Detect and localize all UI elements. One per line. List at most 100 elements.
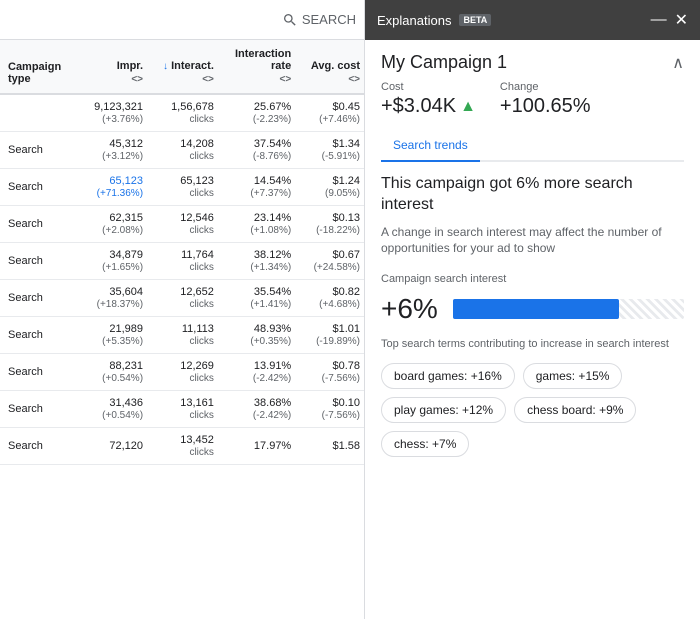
col-header-impr: Impr. <> [78,40,147,94]
campaigns-table: Campaigntype Impr. <> ↓ Interact. <> Int… [0,40,364,465]
panel-header-actions: — ✕ [651,10,688,30]
table-row: Search21,989(+5.35%)11,113clicks48.93%(+… [0,317,364,354]
cell-impr: 72,120 [78,428,147,465]
cell-impr: 31,436(+0.54%) [78,391,147,428]
cost-value: +$3.04K ▲ [381,95,476,118]
cost-up-arrow-icon: ▲ [460,98,476,116]
cell-avg-cost: $0.82(+4.68%) [295,280,364,317]
table-container: Campaigntype Impr. <> ↓ Interact. <> Int… [0,40,364,619]
table-row: 9,123,321(+3.76%)1,56,678clicks25.67%(-2… [0,94,364,132]
table-row: Search65,123(+71.36%)65,123clicks14.54%(… [0,169,364,206]
cell-campaign-type: Search [0,243,78,280]
cell-interaction-rate: 35.54%(+1.41%) [218,280,295,317]
cell-impr: 34,879(+1.65%) [78,243,147,280]
cell-interaction-rate: 13.91%(-2.42%) [218,354,295,391]
tags-row: board games: +16%games: +15%play games: … [381,363,684,457]
explanations-title: Explanations [377,13,451,28]
tab-search-trends[interactable]: Search trends [381,130,480,162]
cell-interact: 12,652clicks [147,280,218,317]
beta-badge: BETA [459,14,491,26]
campaign-name: My Campaign 1 [381,52,507,73]
cell-interact: 12,269clicks [147,354,218,391]
table-row: Search31,436(+0.54%)13,161clicks38.68%(-… [0,391,364,428]
table-row: Search35,604(+18.37%)12,652clicks35.54%(… [0,280,364,317]
search-term-tag: chess board: +9% [514,397,636,423]
change-value: +100.65% [500,95,591,118]
panel-header: Explanations BETA — ✕ [365,0,700,40]
interest-label: Campaign search interest [381,273,684,285]
cell-interaction-rate: 37.54%(-8.76%) [218,132,295,169]
left-panel: SEARCH Campaigntype Impr. <> ↓ Interact.… [0,0,365,619]
table-row: Search62,315(+2.08%)12,546clicks23.14%(+… [0,206,364,243]
cell-campaign-type [0,94,78,132]
change-label: Change [500,81,591,93]
minimize-button[interactable]: — [651,11,667,29]
cell-interact: 11,113clicks [147,317,218,354]
cell-interact: 1,56,678clicks [147,94,218,132]
right-panel: Explanations BETA — ✕ My Campaign 1 ∧ Co… [365,0,700,619]
interest-pct: +6% [381,293,441,325]
cell-avg-cost: $0.13(-18.22%) [295,206,364,243]
campaign-section: My Campaign 1 ∧ Cost +$3.04K ▲ Change +1… [365,40,700,130]
col-header-campaign-type: Campaigntype [0,40,78,94]
cell-campaign-type: Search [0,280,78,317]
cell-campaign-type: Search [0,206,78,243]
cost-metric: Cost +$3.04K ▲ [381,81,476,118]
cell-impr: 88,231(+0.54%) [78,354,147,391]
cell-impr: 35,604(+18.37%) [78,280,147,317]
section-heading: This campaign got 6% more search interes… [381,174,684,216]
cell-interaction-rate: 23.14%(+1.08%) [218,206,295,243]
cell-campaign-type: Search [0,428,78,465]
cell-impr: 45,312(+3.12%) [78,132,147,169]
cell-interact: 65,123clicks [147,169,218,206]
cell-impr: 9,123,321(+3.76%) [78,94,147,132]
top-terms-label: Top search terms contributing to increas… [381,337,684,352]
cell-interaction-rate: 38.68%(-2.42%) [218,391,295,428]
cell-avg-cost: $0.10(-7.56%) [295,391,364,428]
search-bar: SEARCH [0,0,364,40]
search-area[interactable]: SEARCH [282,12,356,28]
search-term-tag: games: +15% [523,363,623,389]
cell-avg-cost: $0.67(+24.58%) [295,243,364,280]
panel-content: This campaign got 6% more search interes… [365,162,700,619]
cell-interact: 13,161clicks [147,391,218,428]
cell-avg-cost: $1.34(-5.91%) [295,132,364,169]
col-header-interaction-rate: Interactionrate <> [218,40,295,94]
cost-label: Cost [381,81,476,93]
cell-interaction-rate: 48.93%(+0.35%) [218,317,295,354]
cell-avg-cost: $1.01(-19.89%) [295,317,364,354]
campaign-chevron-icon[interactable]: ∧ [672,53,684,73]
table-row: Search34,879(+1.65%)11,764clicks38.12%(+… [0,243,364,280]
cell-interact: 11,764clicks [147,243,218,280]
cell-interaction-rate: 17.97% [218,428,295,465]
cell-impr: 21,989(+5.35%) [78,317,147,354]
campaign-metrics: Cost +$3.04K ▲ Change +100.65% [381,81,684,118]
table-row: Search45,312(+3.12%)14,208clicks37.54%(-… [0,132,364,169]
cell-campaign-type: Search [0,354,78,391]
cell-campaign-type: Search [0,132,78,169]
cell-interaction-rate: 14.54%(+7.37%) [218,169,295,206]
cell-interaction-rate: 38.12%(+1.34%) [218,243,295,280]
interest-bar-container [453,299,684,319]
cell-avg-cost: $0.45(+7.46%) [295,94,364,132]
cell-interact: 13,452clicks [147,428,218,465]
panel-header-title: Explanations BETA [377,13,491,28]
table-row: Search72,12013,452clicks17.97%$1.58 [0,428,364,465]
col-header-interact[interactable]: ↓ Interact. <> [147,40,218,94]
search-icon [282,12,298,28]
interest-row: +6% [381,293,684,325]
cell-campaign-type: Search [0,317,78,354]
search-term-tag: board games: +16% [381,363,515,389]
cell-avg-cost: $1.58 [295,428,364,465]
cell-interaction-rate: 25.67%(-2.23%) [218,94,295,132]
cell-impr: 65,123(+71.36%) [78,169,147,206]
cell-avg-cost: $1.24(9.05%) [295,169,364,206]
search-term-tag: chess: +7% [381,431,469,457]
close-button[interactable]: ✕ [675,10,688,30]
change-metric: Change +100.65% [500,81,591,118]
cell-interact: 12,546clicks [147,206,218,243]
section-desc: A change in search interest may affect t… [381,224,684,258]
col-header-avg-cost: Avg. cost <> [295,40,364,94]
table-row: Search88,231(+0.54%)12,269clicks13.91%(-… [0,354,364,391]
cell-avg-cost: $0.78(-7.56%) [295,354,364,391]
